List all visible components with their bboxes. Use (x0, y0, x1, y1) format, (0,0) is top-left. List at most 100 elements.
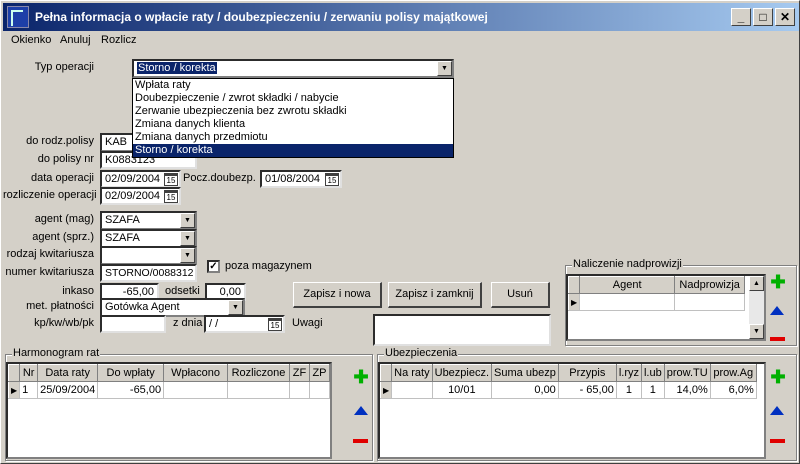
cell-przypis[interactable]: - 65,00 (558, 381, 617, 399)
close-button[interactable]: ✕ (775, 8, 795, 26)
kp-field[interactable] (100, 315, 166, 333)
typ-operacji-select[interactable]: Storno / korekta ▼ (132, 59, 454, 78)
cell-data-raty[interactable]: 25/09/2004 (37, 381, 99, 399)
dropdown-option[interactable]: Wpłata raty (133, 79, 453, 92)
agent-mag-select[interactable]: SZAFA ▼ (100, 211, 197, 230)
col-data-raty[interactable]: Data raty (37, 364, 99, 382)
cell-suma-ubezp[interactable]: 0,00 (491, 381, 559, 399)
col-do-wplaty[interactable]: Do wpłaty (97, 364, 165, 382)
kp-label: kp/kw/wb/pk (34, 317, 94, 329)
col-ubezpiecz[interactable]: Ubezpiecz. (431, 364, 493, 382)
col-rozliczone[interactable]: Rozliczone (227, 364, 290, 382)
uwagi-field[interactable] (373, 314, 551, 346)
dropdown-option[interactable]: Zmiana danych klienta (133, 118, 453, 131)
rodz-polisy-label: do rodz.polisy (26, 135, 94, 147)
col-przypis[interactable]: Przypis (557, 364, 617, 382)
col-suma-ubezp[interactable]: Suma ubezp (491, 364, 559, 382)
grid-cell[interactable] (579, 293, 676, 311)
data-operacji-field[interactable]: 02/09/2004 15 (100, 170, 181, 188)
col-na-raty[interactable]: Na raty (391, 364, 433, 382)
col-agent[interactable]: Agent (579, 276, 676, 294)
add-agent-icon[interactable]: ✚ (769, 273, 787, 292)
minimize-button[interactable]: _ (731, 8, 751, 26)
cell-zf[interactable] (289, 381, 310, 399)
rozliczenie-field[interactable]: 02/09/2004 15 (100, 187, 181, 205)
chevron-down-icon[interactable]: ▼ (180, 231, 195, 246)
add-rata-icon[interactable]: ✚ (352, 368, 370, 387)
typ-operacji-dropdown[interactable]: Wpłata raty Doubezpieczenie / zwrot skła… (132, 78, 454, 158)
menu-anuluj[interactable]: Anuluj (60, 34, 91, 46)
cell-rozliczone[interactable] (227, 381, 290, 399)
z-dnia-field[interactable]: / / 15 (204, 315, 285, 333)
rodzaj-kwit-label: rodzaj kwitariusza (6, 248, 94, 260)
scroll-down-icon[interactable]: ▼ (749, 324, 764, 339)
calendar-icon[interactable]: 15 (325, 173, 339, 186)
cell-l-ub[interactable]: 1 (641, 381, 665, 399)
move-up-icon[interactable] (354, 406, 368, 415)
cell-prow-tu[interactable]: 14,0% (664, 381, 711, 399)
chevron-down-icon[interactable]: ▼ (437, 61, 452, 76)
zapisz-zamknij-button[interactable]: Zapisz i zamknij (388, 282, 482, 308)
ubezpieczenia-title: Ubezpieczenia (384, 347, 459, 359)
pocz-doubezp-field[interactable]: 01/08/2004 15 (260, 170, 342, 188)
scroll-up-icon[interactable]: ▲ (749, 276, 764, 291)
calendar-icon[interactable]: 15 (268, 318, 282, 331)
cell-nr[interactable]: 1 (19, 381, 39, 399)
row-indicator-header (567, 276, 581, 294)
naliczenie-scrollbar[interactable]: ▲ ▼ (749, 276, 764, 339)
cell-na-raty[interactable] (391, 381, 433, 399)
chevron-down-icon[interactable]: ▼ (180, 213, 195, 228)
grid-cell[interactable] (674, 293, 746, 311)
cell-l-ryz[interactable]: 1 (616, 381, 642, 399)
menu-okienko[interactable]: Okienko (11, 34, 51, 46)
dropdown-option-selected[interactable]: Storno / korekta (133, 144, 453, 157)
col-nadprowizja[interactable]: Nadprowizja (674, 276, 746, 294)
col-zp[interactable]: ZP (308, 364, 331, 382)
remove-agent-icon[interactable] (770, 337, 785, 341)
zapisz-nowa-button[interactable]: Zapisz i nowa (293, 282, 382, 308)
dropdown-option[interactable]: Doubezpieczenie / zwrot składki / nabyci… (133, 92, 453, 105)
calendar-icon[interactable]: 15 (164, 173, 178, 186)
move-up-icon[interactable] (770, 406, 784, 415)
menu-rozlicz[interactable]: Rozlicz (101, 34, 136, 46)
cell-ubezpiecz[interactable]: 10/01 (432, 381, 493, 399)
col-prow-tu[interactable]: prow.TU (663, 364, 711, 382)
rodzaj-kwit-select[interactable]: ▼ (100, 246, 197, 265)
chevron-down-icon[interactable]: ▼ (180, 248, 195, 263)
maximize-button[interactable]: □ (753, 8, 773, 26)
col-l-ryz[interactable]: l.ryz (615, 364, 642, 382)
harmonogram-grid[interactable]: Nr Data raty Do wpłaty Wpłacono Rozliczo… (6, 362, 332, 459)
col-zf[interactable]: ZF (289, 364, 310, 382)
app-icon (7, 6, 29, 28)
row-indicator-header (379, 364, 393, 382)
col-wplacono[interactable]: Wpłacono (163, 364, 229, 382)
chevron-down-icon[interactable]: ▼ (228, 300, 243, 315)
table-row[interactable]: ▶ 1 25/09/2004 -65,00 (7, 381, 331, 399)
col-l-ub[interactable]: l.ub (640, 364, 665, 382)
poza-magazynem-checkbox[interactable]: ✓ (207, 260, 220, 273)
dropdown-option[interactable]: Zerwanie ubezpieczenia bez zwrotu składk… (133, 105, 453, 118)
row-pointer-icon: ▶ (379, 381, 393, 399)
numer-kwit-field[interactable]: STORNO/0088312 (100, 264, 197, 282)
calendar-icon[interactable]: 15 (164, 190, 178, 203)
remove-ubezpieczenie-icon[interactable] (770, 439, 785, 443)
cell-wplacono[interactable] (163, 381, 229, 399)
typ-operacji-label: Typ operacji (34, 61, 94, 73)
move-up-icon[interactable] (770, 306, 784, 315)
usun-button[interactable]: Usuń (491, 282, 550, 308)
met-platnosci-label: met. płatności (26, 300, 94, 312)
col-prow-ag[interactable]: prow.Ag (709, 364, 757, 382)
remove-rata-icon[interactable] (353, 439, 368, 443)
dropdown-option[interactable]: Zmiana danych przedmiotu (133, 131, 453, 144)
naliczenie-grid[interactable]: Agent Nadprowizja ▶ ▲ ▼ (566, 274, 766, 341)
cell-prow-ag[interactable]: 6,0% (710, 381, 757, 399)
add-ubezpieczenie-icon[interactable]: ✚ (769, 368, 787, 387)
agent-mag-value: SZAFA (105, 214, 140, 226)
ubezpieczenia-grid[interactable]: Na raty Ubezpiecz. Suma ubezp Przypis l.… (378, 362, 766, 459)
inkaso-label: inkaso (62, 285, 94, 297)
col-nr[interactable]: Nr (19, 364, 39, 382)
data-operacji-value: 02/09/2004 (105, 173, 161, 185)
table-row[interactable]: ▶ 10/01 0,00 - 65,00 1 1 14,0% 6,0% (379, 381, 757, 399)
cell-zp[interactable] (309, 381, 331, 399)
cell-do-wplaty[interactable]: -65,00 (97, 381, 165, 399)
